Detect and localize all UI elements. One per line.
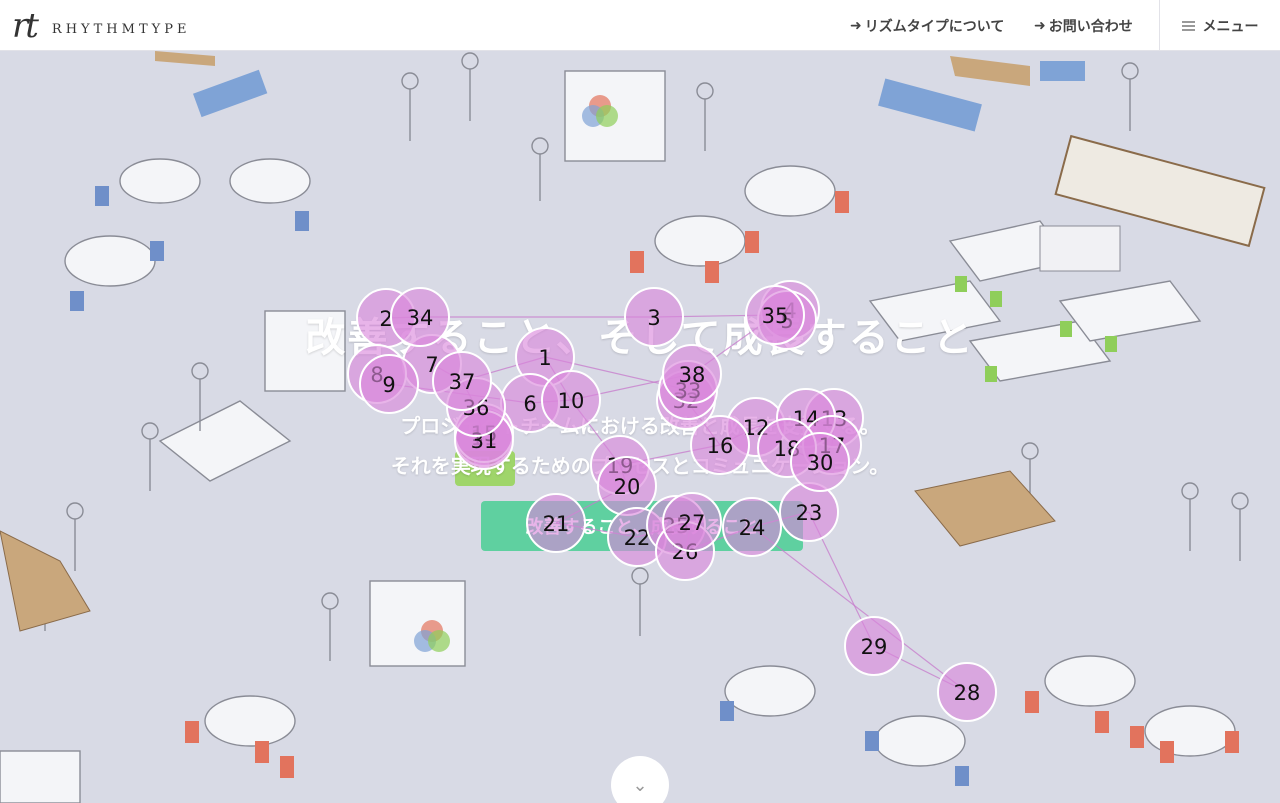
bubble-label: 34 bbox=[407, 306, 434, 330]
menu-label: メニュー bbox=[1202, 18, 1259, 35]
bubble-overlay: 1234567891011121314151617181920212223242… bbox=[347, 280, 997, 722]
logo[interactable]: rt RHYTHMTYPE bbox=[12, 6, 190, 46]
bubble-29[interactable]: 29 bbox=[844, 616, 904, 676]
bubble-20[interactable]: 20 bbox=[597, 456, 657, 516]
bubble-label: 1 bbox=[538, 346, 551, 370]
bubble-37[interactable]: 37 bbox=[432, 351, 492, 411]
bubble-label: 28 bbox=[954, 681, 981, 705]
bubble-35[interactable]: 35 bbox=[745, 285, 805, 345]
logo-text: RHYTHMTYPE bbox=[51, 21, 191, 37]
bubble-38[interactable]: 38 bbox=[662, 344, 722, 404]
bubble-label: 10 bbox=[558, 389, 585, 413]
bubble-label: 35 bbox=[762, 304, 789, 328]
nav-about-link[interactable]: ➜ リズムタイプについて bbox=[850, 0, 1004, 51]
bubble-label: 38 bbox=[679, 363, 706, 387]
bubble-24[interactable]: 24 bbox=[722, 497, 782, 557]
hamburger-icon bbox=[1181, 19, 1195, 33]
bubble-label: 16 bbox=[707, 434, 734, 458]
bubble-label: 30 bbox=[807, 451, 834, 475]
site-header: rt RHYTHMTYPE ➜ リズムタイプについて ➜ お問い合わせ メニュー bbox=[0, 0, 1280, 51]
bubble-3[interactable]: 3 bbox=[624, 287, 684, 347]
menu-button[interactable]: メニュー bbox=[1159, 0, 1280, 51]
nav-about-label: リズムタイプについて bbox=[864, 18, 1005, 35]
nav-contact-link[interactable]: ➜ お問い合わせ bbox=[1034, 0, 1133, 51]
bubble-label: 21 bbox=[543, 512, 570, 536]
bubble-label: 9 bbox=[382, 373, 395, 397]
bubble-10[interactable]: 10 bbox=[541, 370, 601, 430]
bubble-label: 29 bbox=[861, 635, 888, 659]
bubble-label: 27 bbox=[679, 511, 706, 535]
nav-contact-label: お問い合わせ bbox=[1048, 18, 1133, 35]
bubble-21[interactable]: 21 bbox=[526, 493, 586, 553]
bubble-34[interactable]: 34 bbox=[390, 287, 450, 347]
bubble-label: 3 bbox=[647, 306, 660, 330]
bubble-label: 37 bbox=[449, 370, 476, 394]
bubble-28[interactable]: 28 bbox=[937, 662, 997, 722]
logo-mark: rt bbox=[12, 6, 39, 46]
bubble-9[interactable]: 9 bbox=[359, 354, 419, 414]
bubble-30[interactable]: 30 bbox=[790, 432, 850, 492]
bubble-label: 23 bbox=[796, 501, 823, 525]
arrow-right-icon: ➜ bbox=[850, 17, 862, 34]
bubble-27[interactable]: 27 bbox=[662, 492, 722, 552]
bubble-23[interactable]: 23 bbox=[779, 482, 839, 542]
bubble-label: 24 bbox=[739, 516, 766, 540]
bubble-label: 6 bbox=[523, 392, 536, 416]
bubble-label: 20 bbox=[614, 475, 641, 499]
arrow-right-icon: ➜ bbox=[1034, 17, 1046, 34]
